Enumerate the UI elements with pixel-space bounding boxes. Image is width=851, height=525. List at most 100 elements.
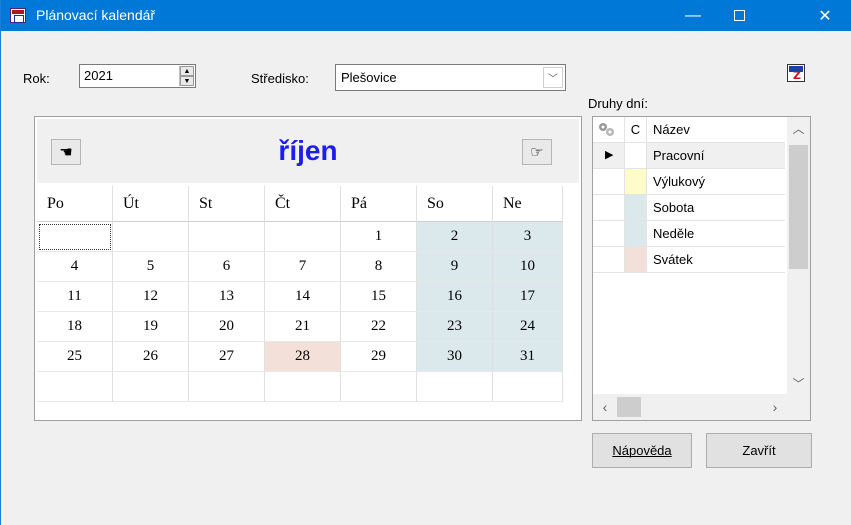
- chevron-down-icon[interactable]: ﹀: [543, 67, 563, 88]
- day-type-color[interactable]: [625, 221, 647, 246]
- weekday-header: Ne: [493, 186, 563, 222]
- help-button[interactable]: Nápověda: [592, 433, 692, 468]
- day-type-row[interactable]: ▶ Pracovní: [593, 143, 785, 169]
- day-cell[interactable]: 11: [37, 282, 113, 312]
- day-type-row[interactable]: Výlukový: [593, 169, 785, 195]
- calendar-week-row: 18 19 20 21 22 23 24: [37, 312, 579, 342]
- window-title: Plánovací kalendář: [36, 7, 156, 23]
- day-type-row[interactable]: Neděle: [593, 221, 785, 247]
- scroll-up-icon[interactable]: ︿: [787, 117, 810, 139]
- day-type-row[interactable]: Sobota: [593, 195, 785, 221]
- day-cell[interactable]: 14: [265, 282, 341, 312]
- weekday-header: Čt: [265, 186, 341, 222]
- day-types-table: C Název ▶ Pracovní Výlukový Sobota Neděle Svá…: [592, 116, 811, 421]
- month-title: říjen: [278, 135, 338, 166]
- day-cell[interactable]: 5: [113, 252, 189, 282]
- day-cell[interactable]: 9: [417, 252, 493, 282]
- day-type-color[interactable]: [625, 169, 647, 194]
- calendar-week-row: 123: [37, 222, 579, 252]
- main-window: Plánovací kalendář — ✕ Rok: 2021 ▲ ▼ Stř…: [0, 0, 851, 525]
- center-select[interactable]: Plešovice ﹀: [335, 64, 566, 91]
- day-cell[interactable]: 25: [37, 342, 113, 372]
- calendar-grid: Po Út St Čt Pá So Ne 1 2 3 4 5 6 7 8 9 10 11 12 13 14 15 16 17 1…: [37, 186, 579, 402]
- day-cell[interactable]: 17: [493, 282, 563, 312]
- row-indicator: [593, 195, 625, 220]
- day-cell[interactable]: 12: [113, 282, 189, 312]
- year-spin-buttons[interactable]: ▲ ▼: [179, 66, 194, 86]
- calendar-header: ☚ říjen ☞: [37, 119, 579, 183]
- minimize-button[interactable]: —: [670, 0, 716, 31]
- day-cell[interactable]: 22: [341, 312, 417, 342]
- export-icon[interactable]: [787, 64, 805, 82]
- day-cell[interactable]: 21: [265, 312, 341, 342]
- column-header-name[interactable]: Název: [647, 117, 785, 142]
- column-header-color[interactable]: C: [625, 117, 647, 142]
- day-cell[interactable]: 29: [341, 342, 417, 372]
- horizontal-scrollbar[interactable]: ‹ ›: [593, 394, 787, 420]
- close-window-button[interactable]: ✕: [802, 0, 848, 31]
- empty-day-cell[interactable]: [113, 372, 189, 402]
- maximize-button[interactable]: [716, 0, 762, 31]
- scroll-corner: [787, 394, 810, 420]
- day-type-color[interactable]: [625, 247, 647, 272]
- empty-day-cell[interactable]: [493, 372, 563, 402]
- day-type-name[interactable]: Sobota: [647, 195, 785, 220]
- empty-day-cell[interactable]: [113, 222, 189, 252]
- horizontal-scroll-thumb[interactable]: [617, 397, 641, 417]
- day-cell[interactable]: 20: [189, 312, 265, 342]
- empty-day-cell[interactable]: [189, 222, 265, 252]
- day-cell[interactable]: 30: [417, 342, 493, 372]
- empty-day-cell[interactable]: [341, 372, 417, 402]
- close-button[interactable]: Zavřít: [706, 433, 812, 468]
- empty-day-cell[interactable]: [37, 372, 113, 402]
- row-indicator: [593, 169, 625, 194]
- day-type-name[interactable]: Pracovní: [647, 143, 785, 168]
- scroll-down-icon[interactable]: ﹀: [787, 372, 810, 394]
- year-spinner[interactable]: 2021 ▲ ▼: [79, 64, 196, 88]
- day-type-row[interactable]: Svátek: [593, 247, 785, 273]
- day-cell[interactable]: 16: [417, 282, 493, 312]
- day-cell[interactable]: 27: [189, 342, 265, 372]
- day-type-name[interactable]: Svátek: [647, 247, 785, 272]
- day-cell[interactable]: 7: [265, 252, 341, 282]
- day-cell[interactable]: 24: [493, 312, 563, 342]
- spin-up-icon[interactable]: ▲: [180, 66, 194, 76]
- empty-day-cell[interactable]: [265, 222, 341, 252]
- day-cell[interactable]: 18: [37, 312, 113, 342]
- day-types-label: Druhy dní:: [588, 96, 648, 111]
- scroll-right-icon[interactable]: ›: [763, 394, 787, 420]
- day-cell[interactable]: 3: [493, 222, 563, 252]
- day-cell[interactable]: 13: [189, 282, 265, 312]
- day-cell[interactable]: 26: [113, 342, 189, 372]
- day-type-color[interactable]: [625, 195, 647, 220]
- app-calendar-icon: [10, 8, 26, 23]
- empty-day-cell[interactable]: [189, 372, 265, 402]
- close-button-label: Zavřít: [742, 443, 776, 458]
- day-cell[interactable]: 6: [189, 252, 265, 282]
- weekday-header: St: [189, 186, 265, 222]
- day-cell[interactable]: 28: [265, 342, 341, 372]
- day-cell[interactable]: 4: [37, 252, 113, 282]
- settings-gears-icon[interactable]: [593, 117, 625, 142]
- spin-down-icon[interactable]: ▼: [180, 76, 194, 86]
- vertical-scrollbar[interactable]: ︿ ﹀: [787, 117, 810, 394]
- calendar-panel: ☚ říjen ☞ Po Út St Čt Pá So Ne 1 2 3 4 5 6 7 8 9 10 11 12 1…: [34, 116, 582, 421]
- empty-day-cell[interactable]: [265, 372, 341, 402]
- scroll-left-icon[interactable]: ‹: [593, 394, 617, 420]
- day-type-color[interactable]: [625, 143, 647, 168]
- day-cell[interactable]: 1: [341, 222, 417, 252]
- day-cell[interactable]: 15: [341, 282, 417, 312]
- next-month-hand-icon: ☞: [530, 144, 544, 161]
- day-type-name[interactable]: Neděle: [647, 221, 785, 246]
- day-cell[interactable]: 10: [493, 252, 563, 282]
- day-cell[interactable]: 2: [417, 222, 493, 252]
- day-type-name[interactable]: Výlukový: [647, 169, 785, 194]
- vertical-scroll-thumb[interactable]: [789, 145, 808, 269]
- next-month-button[interactable]: ☞: [522, 139, 552, 165]
- day-cell[interactable]: 31: [493, 342, 563, 372]
- empty-day-cell[interactable]: [417, 372, 493, 402]
- empty-day-cell[interactable]: [37, 222, 113, 252]
- day-cell[interactable]: 23: [417, 312, 493, 342]
- day-cell[interactable]: 8: [341, 252, 417, 282]
- day-cell[interactable]: 19: [113, 312, 189, 342]
